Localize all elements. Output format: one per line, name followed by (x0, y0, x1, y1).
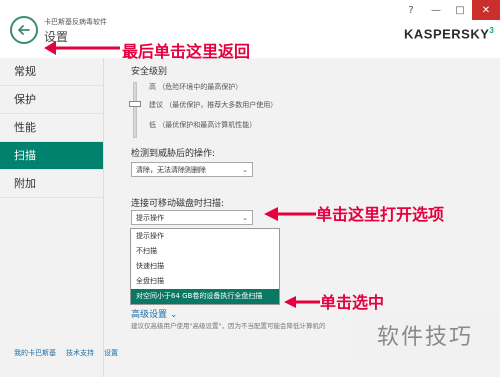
security-level-slider[interactable] (133, 82, 137, 138)
removable-scan-value: 提示操作 (136, 213, 164, 222)
option-prompt[interactable]: 提示操作 (131, 229, 279, 244)
level-recommended: 建议 （最优保护，推荐大多数用户使用） (149, 101, 278, 109)
watermark: 软件技巧 (350, 310, 500, 360)
app-name: 卡巴斯基反病毒软件 (44, 18, 107, 26)
security-level-title: 安全级别 (131, 67, 168, 77)
kaspersky-logo: KASPERSKY3 (404, 26, 494, 41)
back-button[interactable] (10, 16, 38, 44)
threat-action-value: 清除，无法清除则删除 (136, 165, 206, 174)
help-button[interactable]: ? (402, 0, 420, 20)
removable-scan-options: 提示操作 不扫描 快速扫描 全盘扫描 对空间小于64 GB卷的设备执行全盘扫描 (130, 228, 280, 305)
security-level-slider-thumb[interactable] (129, 101, 141, 107)
sidebar-item-protection[interactable]: 保护 (0, 86, 103, 114)
maximize-button[interactable]: □ (448, 0, 472, 20)
kaspersky-settings-window: 卡巴斯基反病毒软件 设置 ? — □ ✕ KASPERSKY3 常规 保护 性能… (0, 0, 500, 377)
sidebar-item-scan[interactable]: 扫描 (0, 142, 103, 170)
sidebar-item-performance[interactable]: 性能 (0, 114, 103, 142)
footer-link-settings[interactable]: 设置 (104, 348, 118, 358)
footer-link-support[interactable]: 技术支持 (66, 348, 94, 358)
option-quick-scan[interactable]: 快速扫描 (131, 259, 279, 274)
option-no-scan[interactable]: 不扫描 (131, 244, 279, 259)
back-hint-annotation: 最后单击这里返回 (122, 42, 251, 61)
open-hint-annotation: 单击这里打开选项 (316, 205, 445, 224)
removable-scan-select[interactable]: 提示操作 ⌄ (131, 210, 253, 225)
minimize-button[interactable]: — (424, 0, 448, 20)
logo-text: KASPERSKY (404, 26, 490, 42)
option-full-scan[interactable]: 全盘扫描 (131, 274, 279, 289)
option-full-scan-small-volumes[interactable]: 对空间小于64 GB卷的设备执行全盘扫描 (131, 289, 279, 304)
footer-links: 我的卡巴斯基 技术支持 设置 (14, 348, 118, 358)
level-high: 高 （危险环境中的最高保护） (149, 83, 243, 91)
chevron-down-icon: ⌄ (167, 310, 178, 320)
open-hint-arrow (264, 207, 316, 221)
chevron-down-icon: ⌄ (242, 213, 248, 222)
advanced-settings-link[interactable]: 高级设置 ⌄ (131, 307, 177, 320)
back-arrow-icon (18, 25, 30, 35)
footer-link-my-kaspersky[interactable]: 我的卡巴斯基 (14, 348, 56, 358)
advanced-settings-label: 高级设置 (131, 310, 168, 320)
back-hint-arrow (44, 41, 120, 55)
logo-sup: 3 (489, 26, 495, 35)
close-button[interactable]: ✕ (472, 0, 500, 20)
chevron-down-icon: ⌄ (242, 165, 248, 174)
sidebar: 常规 保护 性能 扫描 附加 (0, 58, 104, 377)
removable-scan-title: 连接可移动磁盘时扫描: (131, 199, 225, 209)
level-low: 低 （最优保护和最高计算机性能） (149, 121, 257, 129)
threat-action-select[interactable]: 清除，无法清除则删除 ⌄ (131, 162, 253, 177)
sidebar-item-additional[interactable]: 附加 (0, 170, 103, 198)
sidebar-item-general[interactable]: 常规 (0, 58, 103, 86)
threat-action-title: 检测到威胁后的操作: (131, 149, 216, 159)
select-hint-arrow (284, 296, 320, 308)
